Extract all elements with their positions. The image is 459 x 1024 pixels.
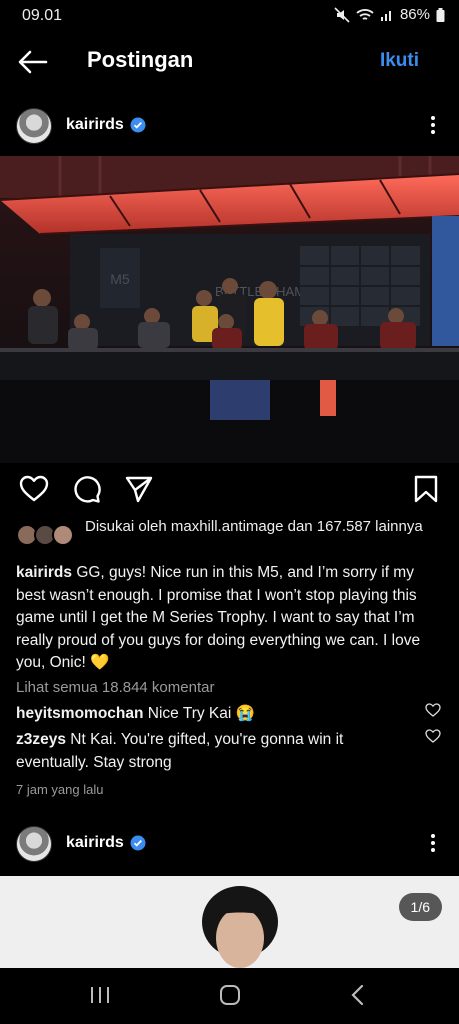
system-nav-bar <box>0 968 459 1024</box>
liker-avatars <box>16 524 78 548</box>
likes-text[interactable]: Disukai oleh maxhill.antimage dan 167.58… <box>85 516 425 537</box>
back-icon[interactable] <box>347 984 371 1006</box>
avatar[interactable] <box>16 108 52 144</box>
username-link[interactable]: kairirds <box>66 116 146 134</box>
comment: heyitsmomochan Nice Try Kai 😭 <box>16 702 416 725</box>
post-image[interactable]: 1/6 <box>0 876 459 968</box>
svg-text:M5: M5 <box>110 271 130 287</box>
post-timestamp: 7 jam yang lalu <box>16 782 104 797</box>
avatar[interactable] <box>16 826 52 862</box>
heart-icon[interactable] <box>19 474 49 504</box>
battery-percent: 86% <box>399 6 430 23</box>
comment-text: Nice Try Kai 😭 <box>143 705 255 722</box>
status-time: 09.01 <box>22 7 63 24</box>
back-arrow-icon[interactable] <box>16 48 50 76</box>
username-link[interactable]: kairirds <box>66 834 146 852</box>
follow-button[interactable]: Ikuti <box>380 50 419 72</box>
status-icons: 86% <box>334 6 445 23</box>
portrait-photo <box>0 876 459 968</box>
post-header: kairirds <box>0 104 459 152</box>
bookmark-icon[interactable] <box>411 474 441 504</box>
caption-username[interactable]: kairirds <box>16 564 72 581</box>
username[interactable]: kairirds <box>66 834 124 852</box>
avatar <box>52 524 74 546</box>
view-all-comments-link[interactable]: Lihat semua 18.844 komentar <box>16 679 214 696</box>
more-icon[interactable] <box>425 113 441 137</box>
comment-username[interactable]: heyitsmomochan <box>16 705 143 722</box>
signal-icon <box>380 10 391 21</box>
comment-icon[interactable] <box>72 474 102 504</box>
recents-icon[interactable] <box>88 984 112 1006</box>
stage-photo: M5 BATTLE CHAM <box>0 156 459 463</box>
page-title: Postingan <box>87 47 194 72</box>
battery-icon <box>436 7 445 22</box>
more-icon[interactable] <box>425 831 441 855</box>
post-caption: kairirds GG, guys! Nice run in this M5, … <box>16 562 444 675</box>
share-icon[interactable] <box>124 474 154 504</box>
comment-text: Nt Kai. You're gifted, you're gonna win … <box>16 731 344 771</box>
app-header: Postingan Ikuti <box>0 36 459 88</box>
comment: z3zeys Nt Kai. You're gifted, you're gon… <box>16 728 416 774</box>
verified-icon <box>130 835 146 851</box>
mute-icon <box>334 6 350 23</box>
status-bar: 09.01 86% <box>0 0 459 32</box>
carousel-counter: 1/6 <box>398 893 442 921</box>
heart-icon[interactable] <box>425 729 441 743</box>
wifi-icon <box>356 8 374 20</box>
verified-icon <box>130 117 146 133</box>
post-image[interactable]: M5 BATTLE CHAM <box>0 156 459 463</box>
caption-text: GG, guys! Nice run in this M5, and I’m s… <box>16 564 421 671</box>
post-actions <box>0 472 459 506</box>
home-icon[interactable] <box>218 984 242 1006</box>
heart-icon[interactable] <box>425 703 441 717</box>
username[interactable]: kairirds <box>66 116 124 134</box>
comment-username[interactable]: z3zeys <box>16 731 66 748</box>
post-header: kairirds <box>0 822 459 870</box>
